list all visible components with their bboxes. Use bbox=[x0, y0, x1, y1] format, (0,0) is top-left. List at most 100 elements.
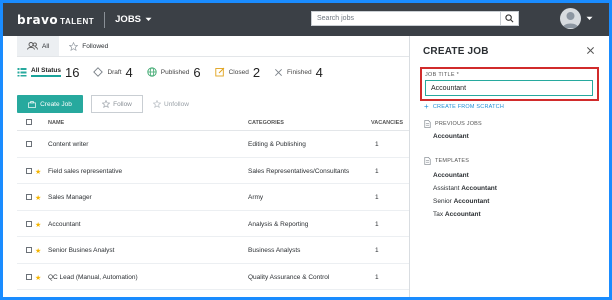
table-row[interactable]: ★ QC Lead (Manual, Automation) Quality A… bbox=[17, 264, 409, 290]
job-name[interactable]: Senior Busines Analyst bbox=[48, 247, 114, 254]
job-category: Analysis & Reporting bbox=[248, 220, 309, 228]
module-switcher[interactable]: JOBS bbox=[115, 14, 152, 25]
star-outline-icon bbox=[102, 100, 111, 108]
job-actions: Create Job Follow Unfollow bbox=[17, 95, 189, 113]
x-icon bbox=[275, 68, 283, 76]
status-draft[interactable]: Draft 4 bbox=[93, 64, 133, 80]
tab-followed[interactable]: Followed bbox=[59, 36, 118, 56]
template-item[interactable]: Accountant bbox=[433, 172, 469, 179]
row-checkbox[interactable] bbox=[26, 167, 32, 174]
search-box[interactable]: Search jobs bbox=[311, 11, 519, 26]
jobs-table: Content writer Editing & Publishing 1 ★ … bbox=[17, 131, 409, 290]
row-checkbox[interactable] bbox=[26, 247, 32, 253]
divider bbox=[104, 11, 106, 28]
create-job-label: Create Job bbox=[40, 100, 72, 108]
follow-label: Follow bbox=[113, 100, 132, 108]
table-row[interactable]: ★ Accountant Analysis & Reporting 1 bbox=[17, 211, 409, 237]
status-count: 16 bbox=[64, 64, 80, 80]
job-name[interactable]: Field sales representative bbox=[48, 168, 122, 175]
tab-label: Followed bbox=[82, 42, 109, 50]
job-name[interactable]: Accountant bbox=[48, 221, 81, 228]
template-item[interactable]: Assistant Accountant bbox=[433, 185, 497, 192]
job-vacancies: 1 bbox=[375, 141, 379, 148]
app-logo[interactable]: bravo TALENT bbox=[17, 13, 94, 27]
row-checkbox[interactable] bbox=[26, 194, 32, 200]
column-header-vacancies[interactable]: VACANCIES bbox=[371, 120, 403, 126]
bars-icon bbox=[17, 68, 27, 77]
job-vacancies: 1 bbox=[375, 194, 379, 201]
job-name[interactable]: QC Lead (Manual, Automation) bbox=[48, 274, 138, 281]
job-vacancies: 1 bbox=[375, 273, 379, 281]
status-finished[interactable]: Finished 4 bbox=[274, 65, 323, 80]
status-all[interactable]: All Status 16 bbox=[17, 65, 79, 80]
create-job-button[interactable]: Create Job bbox=[17, 95, 83, 113]
job-category: Quality Assurance & Control bbox=[248, 273, 330, 281]
star-icon[interactable]: ★ bbox=[35, 247, 41, 255]
template-item[interactable]: Senior Accountant bbox=[433, 198, 489, 205]
search-icon bbox=[505, 14, 514, 23]
status-published[interactable]: Published 6 bbox=[147, 65, 201, 80]
divider bbox=[17, 56, 409, 57]
draft-icon bbox=[93, 67, 104, 77]
star-icon[interactable]: ★ bbox=[35, 194, 41, 202]
chevron-down-icon[interactable] bbox=[586, 16, 593, 21]
job-title-label: JOB TITLE * bbox=[425, 72, 460, 78]
status-count: 4 bbox=[125, 64, 133, 80]
table-header: NAME CATEGORIES VACANCIES bbox=[17, 115, 409, 131]
row-checkbox[interactable] bbox=[26, 273, 32, 280]
template-prefix: Senior bbox=[433, 198, 454, 205]
templates-label: TEMPLATES bbox=[435, 158, 470, 164]
status-filters: All Status 16 Draft 4 Published 6 Closed… bbox=[17, 63, 337, 81]
status-label: Finished bbox=[287, 68, 312, 76]
create-from-scratch-label: CREATE FROM SCRATCH bbox=[432, 104, 504, 110]
row-checkbox[interactable] bbox=[26, 141, 32, 147]
unfollow-button[interactable]: Unfollow bbox=[153, 100, 189, 108]
table-row[interactable]: ★ Senior Busines Analyst Business Analys… bbox=[17, 237, 409, 264]
plus-icon: + bbox=[424, 102, 429, 111]
search-button[interactable] bbox=[500, 12, 518, 25]
template-prefix: Tax bbox=[433, 211, 445, 218]
star-outline-icon bbox=[69, 41, 79, 51]
job-name[interactable]: Content writer bbox=[48, 141, 88, 148]
select-all-checkbox[interactable] bbox=[26, 119, 32, 125]
table-row[interactable]: ★ Sales Manager Army 1 bbox=[17, 184, 409, 211]
document-icon bbox=[424, 157, 431, 165]
chevron-down-icon bbox=[145, 17, 152, 21]
template-item[interactable]: Tax Accountant bbox=[433, 211, 481, 218]
job-category: Army bbox=[248, 194, 264, 201]
module-label: JOBS bbox=[115, 14, 142, 25]
star-icon[interactable]: ★ bbox=[35, 221, 41, 229]
column-header-categories[interactable]: CATEGORIES bbox=[248, 120, 284, 126]
create-from-scratch-link[interactable]: + CREATE FROM SCRATCH bbox=[424, 102, 504, 111]
top-bar: bravo TALENT JOBS Search jobs bbox=[3, 3, 609, 36]
job-name[interactable]: Sales Manager bbox=[48, 194, 92, 201]
template-match: Accountant bbox=[433, 172, 469, 179]
tab-label: All bbox=[42, 42, 50, 50]
star-icon[interactable]: ★ bbox=[35, 168, 41, 176]
job-category: Editing & Publishing bbox=[248, 141, 306, 148]
create-job-panel: CREATE JOB JOB TITLE * + CREATE FROM SCR… bbox=[409, 36, 609, 297]
table-row[interactable]: Content writer Editing & Publishing 1 bbox=[17, 131, 409, 158]
row-checkbox[interactable] bbox=[26, 220, 32, 227]
template-match: Accountant bbox=[453, 198, 490, 205]
user-icon bbox=[562, 12, 579, 28]
status-count: 4 bbox=[315, 64, 323, 80]
previous-job-item[interactable]: Accountant bbox=[433, 133, 469, 140]
template-match: Accountant bbox=[461, 185, 497, 192]
column-header-name[interactable]: NAME bbox=[48, 120, 64, 126]
star-icon[interactable]: ★ bbox=[35, 274, 41, 282]
job-vacancies: 1 bbox=[375, 167, 379, 175]
follow-button[interactable]: Follow bbox=[91, 95, 143, 113]
search-input[interactable]: Search jobs bbox=[312, 15, 500, 22]
status-label: Published bbox=[160, 68, 190, 76]
avatar[interactable] bbox=[560, 8, 581, 29]
close-icon[interactable] bbox=[586, 46, 595, 55]
logo-brand: bravo bbox=[17, 12, 59, 27]
status-closed[interactable]: Closed 2 bbox=[214, 65, 260, 80]
briefcase-icon bbox=[28, 100, 36, 108]
previous-jobs-heading: PREVIOUS JOBS bbox=[424, 120, 482, 128]
edit-square-icon bbox=[214, 67, 224, 77]
table-row[interactable]: ★ Field sales representative Sales Repre… bbox=[17, 158, 409, 184]
job-title-input[interactable] bbox=[425, 80, 593, 96]
tab-all[interactable]: All bbox=[17, 36, 60, 56]
